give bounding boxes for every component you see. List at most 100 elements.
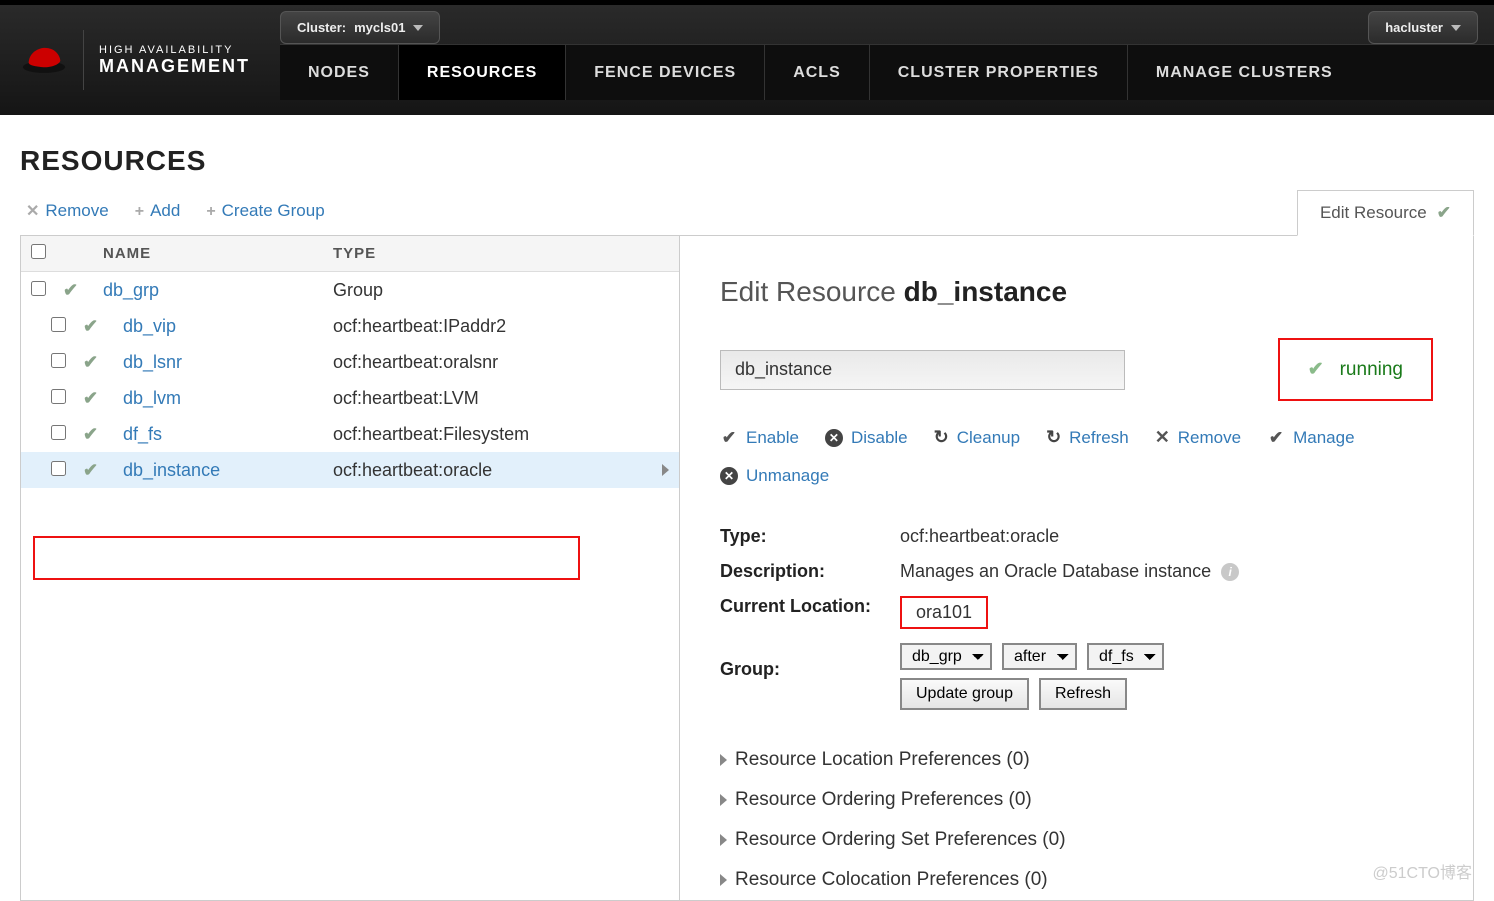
row-checkbox[interactable] [31, 281, 46, 296]
resource-name[interactable]: db_lvm [123, 388, 181, 408]
user-menu[interactable]: hacluster [1368, 11, 1478, 44]
pref-location[interactable]: Resource Location Preferences (0) [720, 740, 1433, 780]
edit-resource-tab[interactable]: Edit Resource ✔ [1297, 190, 1474, 236]
brand-bottom: MANAGEMENT [99, 56, 250, 77]
remove-action[interactable]: ✕Remove [26, 201, 109, 221]
check-icon: ✔ [83, 352, 98, 372]
type-value: ocf:heartbeat:oracle [900, 526, 1059, 547]
circle-x-icon: ✕ [825, 429, 843, 447]
resource-name-input[interactable] [720, 350, 1125, 390]
nav-cluster-properties[interactable]: CLUSTER PROPERTIES [869, 45, 1127, 100]
check-icon: ✔ [1267, 428, 1285, 448]
description-value: Manages an Oracle Database instance [900, 561, 1211, 582]
cleanup-label: Cleanup [957, 428, 1020, 448]
name-status-line: ✔ running [720, 338, 1433, 401]
table-row[interactable]: ✔ db_lsnr ocf:heartbeat:oralsnr [21, 344, 679, 380]
pref-colocation[interactable]: Resource Colocation Preferences (0) [720, 860, 1433, 900]
table-row-selected[interactable]: ✔ db_instance ocf:heartbeat:oracle [21, 452, 679, 488]
nav-nodes[interactable]: NODES [280, 45, 398, 100]
group-select[interactable]: db_grp [900, 643, 992, 670]
add-label: Add [150, 201, 180, 220]
chevron-right-icon [720, 874, 727, 886]
content-row: NAME TYPE ✔ db_grp Group ✔ db_vip ocf:he… [20, 235, 1474, 901]
table-header: NAME TYPE [21, 236, 679, 272]
cluster-name: mycls01 [354, 20, 405, 35]
enable-action[interactable]: ✔Enable [720, 427, 799, 448]
preferences-list: Resource Location Preferences (0) Resour… [720, 740, 1433, 900]
unmanage-action[interactable]: ✕ Unmanage [720, 466, 829, 486]
row-checkbox[interactable] [51, 389, 66, 404]
cleanup-action[interactable]: ↻Cleanup [934, 427, 1020, 448]
manage-action[interactable]: ✔Manage [1267, 427, 1354, 448]
resource-type: ocf:heartbeat:IPaddr2 [333, 316, 679, 337]
pref-label: Resource Ordering Set Preferences (0) [735, 829, 1066, 851]
resource-type: ocf:heartbeat:oracle [333, 460, 679, 481]
chevron-down-icon [413, 25, 423, 31]
after-resource-select[interactable]: df_fs [1087, 643, 1164, 670]
brand-top: HIGH AVAILABILITY [99, 44, 250, 56]
table-row[interactable]: ✔ db_grp Group [21, 272, 679, 308]
group-label: Group: [720, 643, 900, 680]
row-checkbox[interactable] [51, 353, 66, 368]
kv-location: Current Location: ora101 [720, 596, 1433, 629]
unmanage-label: Unmanage [746, 466, 829, 486]
status-running: ✔ running [1278, 338, 1433, 401]
detail-title: Edit Resource db_instance [720, 276, 1433, 308]
select-all-checkbox[interactable] [31, 244, 46, 259]
disable-action[interactable]: ✕ Disable [825, 427, 908, 448]
row-checkbox[interactable] [51, 425, 66, 440]
check-icon: ✔ [1308, 358, 1324, 381]
table-row[interactable]: ✔ df_fs ocf:heartbeat:Filesystem [21, 416, 679, 452]
cluster-selector[interactable]: Cluster: mycls01 [280, 11, 440, 44]
brand-text: HIGH AVAILABILITY MANAGEMENT [99, 44, 250, 77]
top-bar: HIGH AVAILABILITY MANAGEMENT Cluster: my… [0, 0, 1494, 115]
nav-manage-clusters[interactable]: MANAGE CLUSTERS [1127, 45, 1361, 100]
resource-name[interactable]: db_grp [103, 280, 159, 300]
nav-acls[interactable]: ACLS [764, 45, 869, 100]
check-icon: ✔ [1437, 203, 1451, 223]
resource-name[interactable]: db_lsnr [123, 352, 182, 372]
check-icon: ✔ [83, 388, 98, 408]
position-select[interactable]: after [1002, 643, 1077, 670]
disable-label: Disable [851, 428, 908, 448]
remove-label: Remove [1178, 428, 1241, 448]
table-row[interactable]: ✔ db_lvm ocf:heartbeat:LVM [21, 380, 679, 416]
detail-title-prefix: Edit Resource [720, 276, 904, 307]
create-group-action[interactable]: +Create Group [206, 201, 324, 221]
check-icon: ✔ [83, 424, 98, 444]
chevron-right-icon [662, 464, 669, 476]
remove-action[interactable]: ✕ Remove [1155, 427, 1241, 448]
add-action[interactable]: + Add [135, 201, 181, 221]
resource-name[interactable]: db_instance [123, 460, 220, 480]
cluster-label: Cluster: [297, 20, 346, 35]
pref-ordering[interactable]: Resource Ordering Preferences (0) [720, 780, 1433, 820]
row-checkbox[interactable] [51, 461, 66, 476]
main-nav: NODES RESOURCES FENCE DEVICES ACLS CLUST… [280, 44, 1494, 100]
description-label: Description: [720, 561, 900, 582]
row-checkbox[interactable] [51, 317, 66, 332]
chevron-down-icon [1451, 25, 1461, 31]
pref-ordering-set[interactable]: Resource Ordering Set Preferences (0) [720, 820, 1433, 860]
refresh-action[interactable]: ↻Refresh [1046, 427, 1129, 448]
update-group-button[interactable]: Update group [900, 678, 1029, 710]
x-icon: ✕ [1155, 427, 1170, 448]
page: RESOURCES ✕Remove +Add +Create Group NAM… [0, 115, 1494, 901]
nav-resources[interactable]: RESOURCES [398, 45, 565, 100]
brand-divider [83, 30, 84, 90]
refresh-icon: ↻ [1046, 427, 1061, 448]
nav-fence[interactable]: FENCE DEVICES [565, 45, 764, 100]
cluster-row: Cluster: mycls01 hacluster [280, 5, 1494, 44]
info-icon[interactable]: i [1221, 563, 1239, 581]
chevron-right-icon [720, 834, 727, 846]
plus-icon: + [135, 203, 144, 220]
table-row[interactable]: ✔ db_vip ocf:heartbeat:IPaddr2 [21, 308, 679, 344]
circle-x-icon: ✕ [720, 467, 738, 485]
check-icon: ✔ [720, 428, 738, 448]
resource-actions: ✔Enable ✕Disable ↻Cleanup ↻Refresh ✕Remo… [720, 427, 1433, 486]
resource-type: Group [333, 280, 679, 301]
check-icon: ✔ [83, 460, 98, 480]
resource-name[interactable]: df_fs [123, 424, 162, 444]
watermark: @51CTO博客 [1372, 859, 1472, 883]
resource-name[interactable]: db_vip [123, 316, 176, 336]
refresh-group-button[interactable]: Refresh [1039, 678, 1127, 710]
